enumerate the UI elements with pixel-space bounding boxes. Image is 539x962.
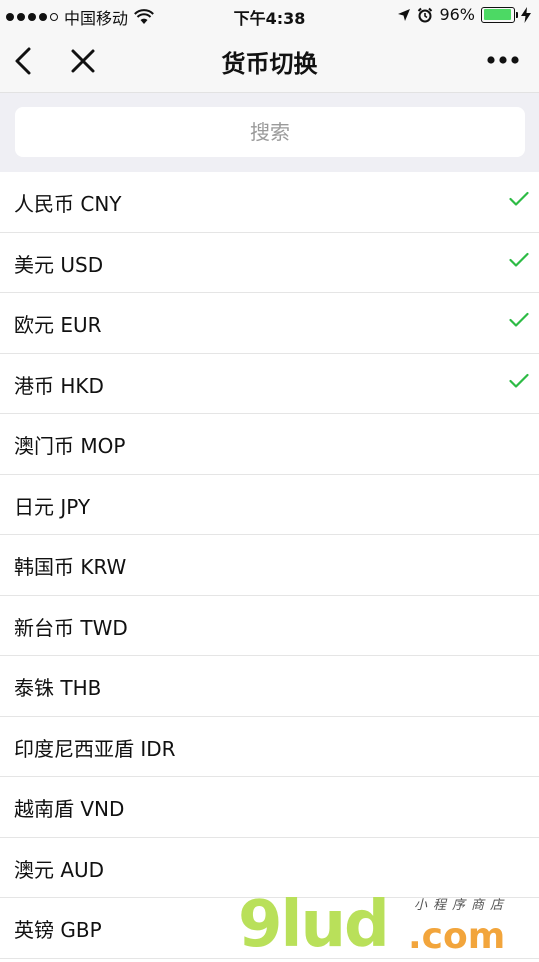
currency-label: 日元 JPY [14,494,91,519]
battery-icon [481,6,518,23]
battery-fill [483,9,512,20]
more-dots-icon[interactable] [487,55,519,65]
status-right: 96% [397,5,531,24]
alarm-icon [418,7,433,22]
currency-item[interactable]: 港币 HKD [0,353,539,414]
currency-item[interactable]: 韩国币 KRW [0,535,539,596]
currency-label: 新台币 TWD [14,615,128,640]
currency-item[interactable]: 泰铢 THB [0,656,539,717]
page-title: 货币切换 [221,50,318,78]
battery-percent: 96% [439,5,475,24]
charging-icon [521,6,531,23]
search-input[interactable] [15,107,525,157]
currency-list: 人民币 CNY 美元 USD 欧元 EUR 港币 HKD 澳门币 MOP 日元 JPY 韩国… [0,172,539,959]
currency-item[interactable]: 日元 JPY [0,474,539,535]
checkmark-icon [509,312,529,327]
currency-item[interactable]: 人民币 CNY [0,172,539,233]
checkmark-icon [509,191,529,206]
currency-item[interactable]: 印度尼西亚盾 IDR [0,716,539,777]
currency-label: 欧元 EUR [14,313,102,337]
nav-bar: 货币切换 [0,30,539,93]
watermark-domain: .com [408,916,506,957]
location-arrow-icon [398,8,411,21]
currency-item[interactable]: 新台币 TWD [0,595,539,656]
currency-label: 越南盾 VND [14,797,125,821]
currency-label: 港币 HKD [14,373,104,398]
currency-label: 美元 USD [14,252,104,277]
currency-label: 人民币 CNY [14,192,122,216]
checkmark-icon [509,373,529,388]
watermark-brand: 9lud [238,888,390,962]
checkmark-icon [509,252,529,267]
currency-item[interactable]: 越南盾 VND [0,777,539,838]
currency-label: 澳元 AUD [14,857,105,882]
status-bar: 中国移动 下午4:38 96% [0,0,539,30]
watermark-logo: 9lud 小程序商店 .com [238,888,538,962]
currency-label: 澳门币 MOP [14,434,126,458]
currency-item[interactable]: 美元 USD [0,232,539,293]
currency-label: 印度尼西亚盾 IDR [14,736,176,761]
watermark-tagline: 小程序商店 [414,898,510,913]
currency-item[interactable]: 澳门币 MOP [0,414,539,475]
currency-item[interactable]: 欧元 EUR [0,293,539,354]
currency-label: 韩国币 KRW [14,555,127,579]
search-bar [0,93,539,172]
currency-label: 英镑 GBP [14,918,102,942]
currency-label: 泰铢 THB [14,676,102,700]
